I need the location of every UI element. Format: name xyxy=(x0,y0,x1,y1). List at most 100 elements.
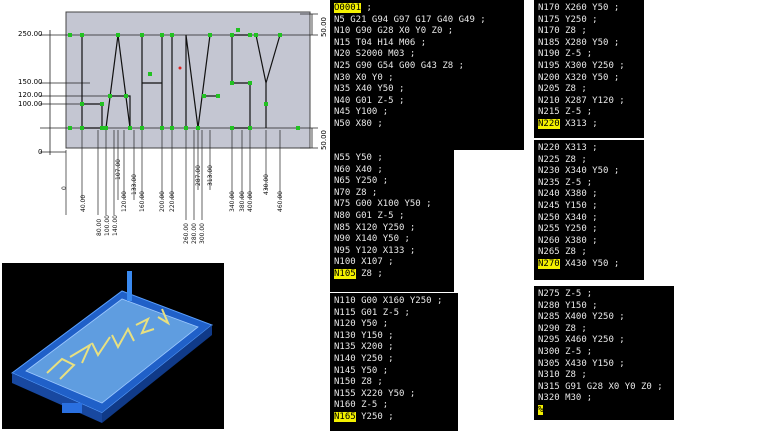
gcode-line: O0001 ; xyxy=(334,3,372,13)
y-label: 250.00 xyxy=(18,30,43,38)
gcode-line: N130 Y150 ; xyxy=(334,330,394,341)
gcode-line: N15 T04 H14 M06 ; xyxy=(334,37,427,48)
gcode-line: N270 X430 Y50 ; xyxy=(538,258,620,269)
gcode-line: N250 X340 ; xyxy=(538,212,598,223)
svg-text:280.00: 280.00 xyxy=(191,223,198,244)
y-label: 120.00 xyxy=(18,91,43,99)
gcode-line: N275 Z-5 ; xyxy=(538,289,593,299)
gcode-line: N315 G91 G28 X0 Y0 Z0 ; xyxy=(538,381,663,392)
cnc-part-3d-model-icon xyxy=(2,263,224,429)
y-label: 0 xyxy=(38,148,42,156)
gcode-line: N300 Z-5 ; xyxy=(538,346,593,357)
x-labels: 0 40.00 80.00 100.00 140.00 107.00 120.0… xyxy=(61,159,284,244)
svg-text:380.00: 380.00 xyxy=(239,191,246,212)
gcode-line: N5 G21 G94 G97 G17 G40 G49 ; xyxy=(334,14,486,25)
gcode-line: N220 X313 ; xyxy=(538,118,598,129)
gcode-line: N150 Z8 ; xyxy=(334,377,383,388)
technical-drawing: 50.00 50.00 250.00 150.00 120.00 100.00 … xyxy=(18,11,328,244)
gcode-panel-5: N110 G00 X160 Y250 ; N115 G01 Z-5 ; N120 Y… xyxy=(330,293,458,431)
gcode-line: N290 Z8 ; xyxy=(538,323,587,334)
svg-text:220.00: 220.00 xyxy=(169,191,176,212)
gcode-line: N240 X380 ; xyxy=(538,189,598,200)
gcode-line: N25 G90 G54 G00 G43 Z8 ; xyxy=(334,60,465,71)
gcode-line: N110 G00 X160 Y250 ; xyxy=(334,296,443,306)
svg-text:430.00: 430.00 xyxy=(263,174,270,195)
gcode-panel-2: N170 X260 Y50 ; N175 Y250 ; N170 Z8 ; N185 … xyxy=(534,0,644,138)
gcode-line: N195 X300 Y250 ; xyxy=(538,60,625,71)
gcode-line: N90 X140 Y50 ; xyxy=(334,234,410,245)
svg-text:260.00: 260.00 xyxy=(183,223,190,244)
gcode-line: N210 X287 Y120 ; xyxy=(538,95,625,106)
gcode-line: N115 G01 Z-5 ; xyxy=(334,307,410,318)
gcode-line: N40 G01 Z-5 ; xyxy=(334,95,405,106)
svg-text:460.00: 460.00 xyxy=(277,191,284,212)
gcode-line: N120 Y50 ; xyxy=(334,319,389,330)
gcode-line: N85 X120 Y250 ; xyxy=(334,222,416,233)
right-dim-bottom: 50.00 xyxy=(320,130,328,150)
gcode-line: N95 Y120 X133 ; xyxy=(334,245,416,256)
svg-text:160.00: 160.00 xyxy=(139,191,146,212)
gcode-line: N305 X430 Y150 ; xyxy=(538,358,625,369)
gcode-line: N20 S2000 M03 ; xyxy=(334,49,416,60)
gcode-line: N185 X280 Y50 ; xyxy=(538,37,620,48)
gcode-line: N205 Z8 ; xyxy=(538,84,587,95)
y-label: 150.00 xyxy=(18,78,43,86)
svg-text:313.00: 313.00 xyxy=(207,165,214,186)
gcode-line: N70 Z8 ; xyxy=(334,187,378,198)
gcode-line: N50 X80 ; xyxy=(334,118,383,129)
gcode-line: N225 Z8 ; xyxy=(538,154,587,165)
gcode-line: N165 Y250 ; xyxy=(334,411,394,422)
gcode-line: N145 Y50 ; xyxy=(334,365,389,376)
gcode-line: N320 M30 ; xyxy=(538,393,593,404)
svg-text:120.00: 120.00 xyxy=(121,191,128,212)
svg-text:287.00: 287.00 xyxy=(195,165,202,186)
gcode-panel-6: N275 Z-5 ; N280 Y150 ; N285 X400 Y250 ; N29… xyxy=(534,286,674,420)
gcode-line: N135 X200 ; xyxy=(334,342,394,353)
gcode-line: N55 Y50 ; xyxy=(334,153,383,163)
gcode-line: N175 Y250 ; xyxy=(538,14,598,25)
svg-text:140.00: 140.00 xyxy=(112,215,119,236)
svg-text:100.00: 100.00 xyxy=(104,215,111,236)
gcode-line: N200 X320 Y50 ; xyxy=(538,72,620,83)
gcode-line: N285 X400 Y250 ; xyxy=(538,312,625,323)
gcode-line: N80 G01 Z-5 ; xyxy=(334,210,405,221)
gcode-line: N255 Y250 ; xyxy=(538,224,598,235)
gcode-line: N45 Y100 ; xyxy=(334,107,389,118)
svg-text:133.00: 133.00 xyxy=(131,174,138,195)
gcode-line: N170 Z8 ; xyxy=(538,26,587,37)
gcode-line: N100 X107 ; xyxy=(334,257,394,268)
gcode-line: % xyxy=(538,404,544,415)
gcode-line: N105 Z8 ; xyxy=(334,268,383,279)
gcode-line: N220 X313 ; xyxy=(538,143,598,153)
gcode-line: N155 X220 Y50 ; xyxy=(334,388,416,399)
gcode-line: N65 Y250 ; xyxy=(334,176,389,187)
gcode-line: N310 Z8 ; xyxy=(538,370,587,381)
gcode-line: N75 G00 X100 Y50 ; xyxy=(334,199,432,210)
right-dim-top: 50.00 xyxy=(320,17,328,37)
svg-text:0: 0 xyxy=(61,186,68,190)
gcode-line: N190 Z-5 ; xyxy=(538,49,593,60)
gcode-line: N235 Z-5 ; xyxy=(538,177,593,188)
gcode-line: N170 X260 Y50 ; xyxy=(538,3,620,13)
gcode-line: N35 X40 Y50 ; xyxy=(334,84,405,95)
gcode-line: N295 X460 Y250 ; xyxy=(538,335,625,346)
svg-text:340.00: 340.00 xyxy=(229,191,236,212)
gcode-line: N160 Z-5 ; xyxy=(334,400,389,411)
gcode-panel-4: N220 X313 ; N225 Z8 ; N230 X340 Y50 ; N235 … xyxy=(534,140,644,280)
gcode-line: N245 Y150 ; xyxy=(538,200,598,211)
gcode-line: N140 Y250 ; xyxy=(334,353,394,364)
gcode-line: N260 X380 ; xyxy=(538,235,598,246)
svg-text:300.00: 300.00 xyxy=(199,223,206,244)
gcode-line: N60 X40 ; xyxy=(334,164,383,175)
svg-text:400.00: 400.00 xyxy=(247,191,254,212)
gcode-panel-1: O0001 ; N5 G21 G94 G97 G17 G40 G49 ; N10 G… xyxy=(330,0,524,150)
gcode-line: N265 Z8 ; xyxy=(538,247,587,258)
svg-text:80.00: 80.00 xyxy=(96,219,103,236)
svg-text:200.00: 200.00 xyxy=(159,191,166,212)
gcode-line: N230 X340 Y50 ; xyxy=(538,166,620,177)
svg-text:107.00: 107.00 xyxy=(115,159,122,180)
gcode-panel-3: N55 Y50 ; N60 X40 ; N65 Y250 ; N70 Z8 ; N75 … xyxy=(330,150,454,292)
svg-text:40.00: 40.00 xyxy=(80,195,87,212)
y-label: 100.00 xyxy=(18,100,43,108)
gcode-line: N280 Y150 ; xyxy=(538,300,598,311)
